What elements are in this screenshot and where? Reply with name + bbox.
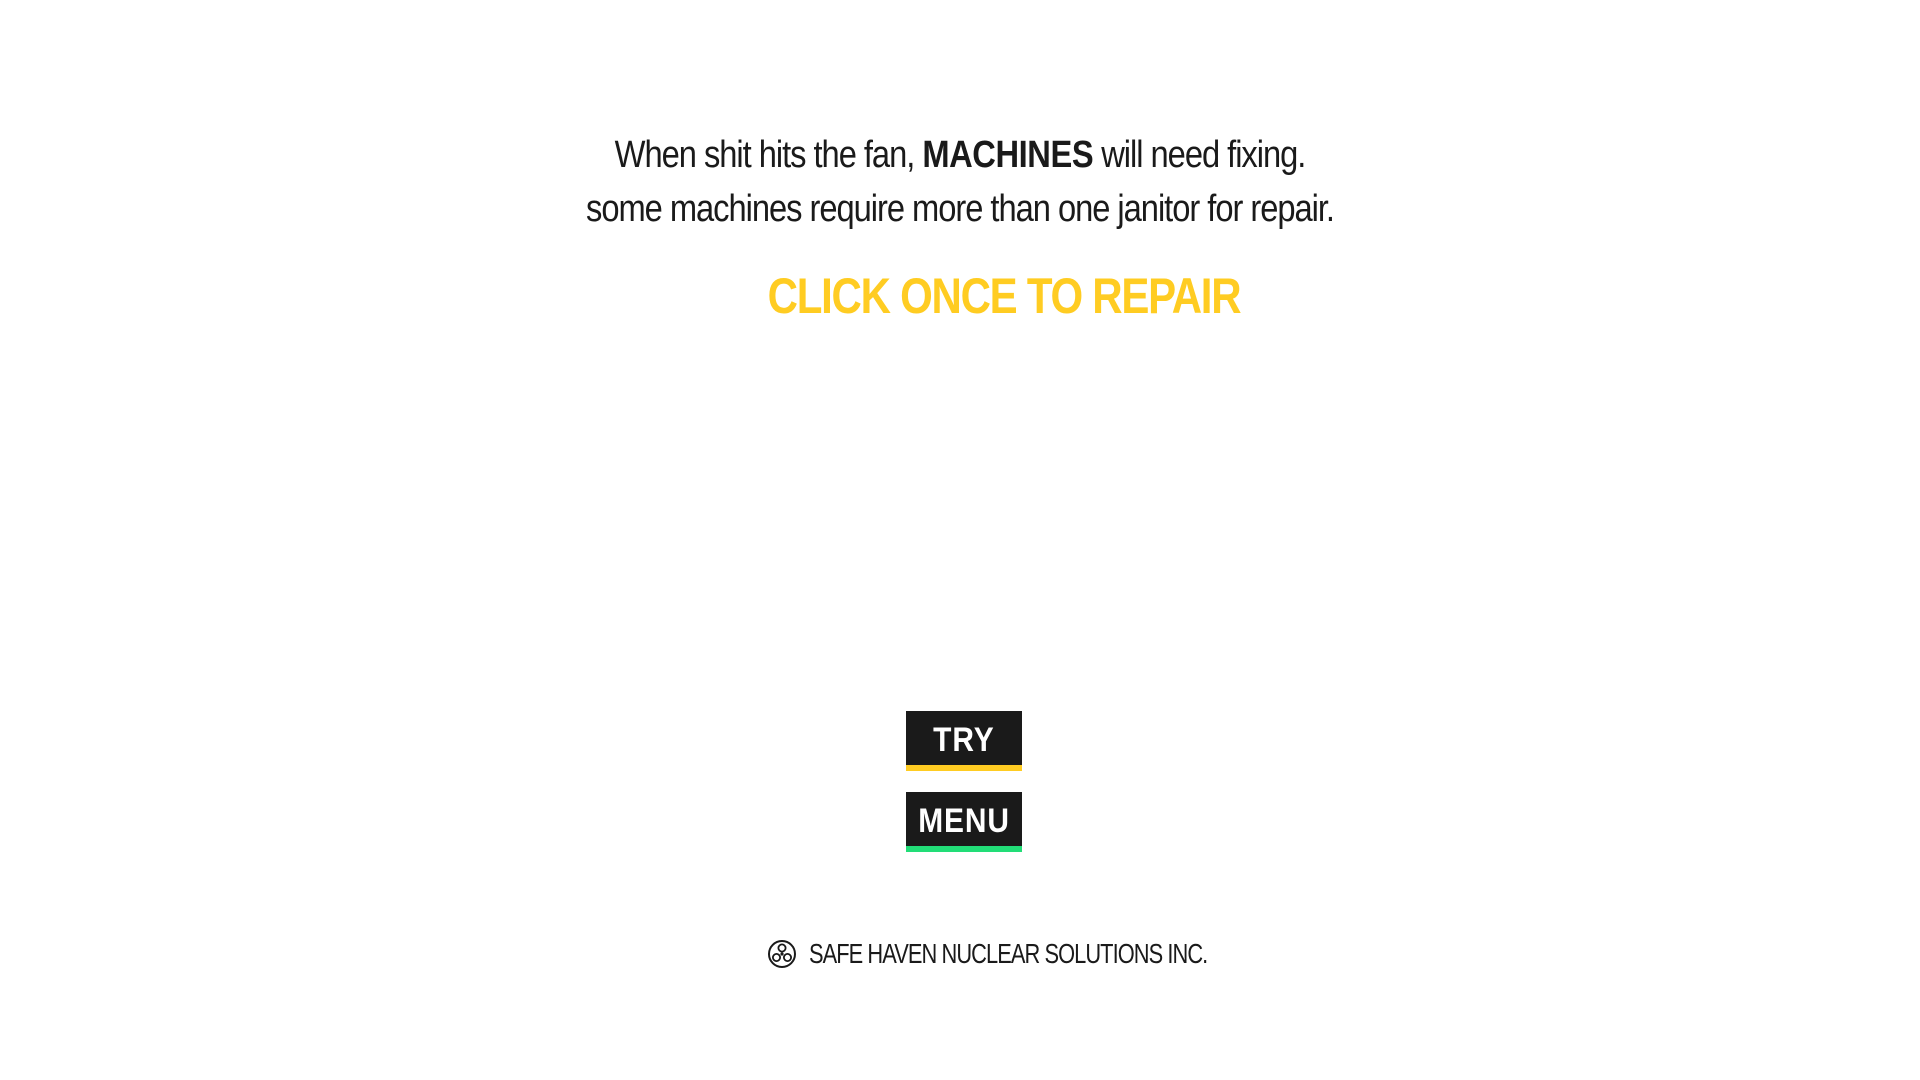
game-screen: When shit hits the fan, MACHINES will ne… — [0, 0, 1920, 1080]
company-footer: SAFE HAVEN NUCLEAR SOLUTIONS INC. — [0, 938, 1920, 970]
radiation-icon — [767, 940, 796, 968]
instructions-line-1: When shit hits the fan, MACHINES will ne… — [134, 128, 1785, 182]
menu-button[interactable]: MENU — [906, 792, 1022, 852]
company-name: SAFE HAVEN NUCLEAR SOLUTIONS INC. — [808, 938, 1208, 969]
instructions-line-1-start: When shit hits the fan, — [614, 134, 923, 176]
try-button[interactable]: TRY — [906, 711, 1022, 771]
menu-button-label: MENU — [918, 801, 1010, 840]
instructions-line-2: some machines require more than one jani… — [586, 188, 1335, 230]
repair-prompt[interactable]: CLICK ONCE TO REPAIR — [161, 266, 1848, 326]
instructions-line-1-end: will need fixing. — [1093, 134, 1306, 176]
try-button-label: TRY — [933, 720, 995, 759]
machines-emphasis: MACHINES — [922, 134, 1094, 176]
instructions-text: When shit hits the fan, MACHINES will ne… — [134, 128, 1785, 236]
